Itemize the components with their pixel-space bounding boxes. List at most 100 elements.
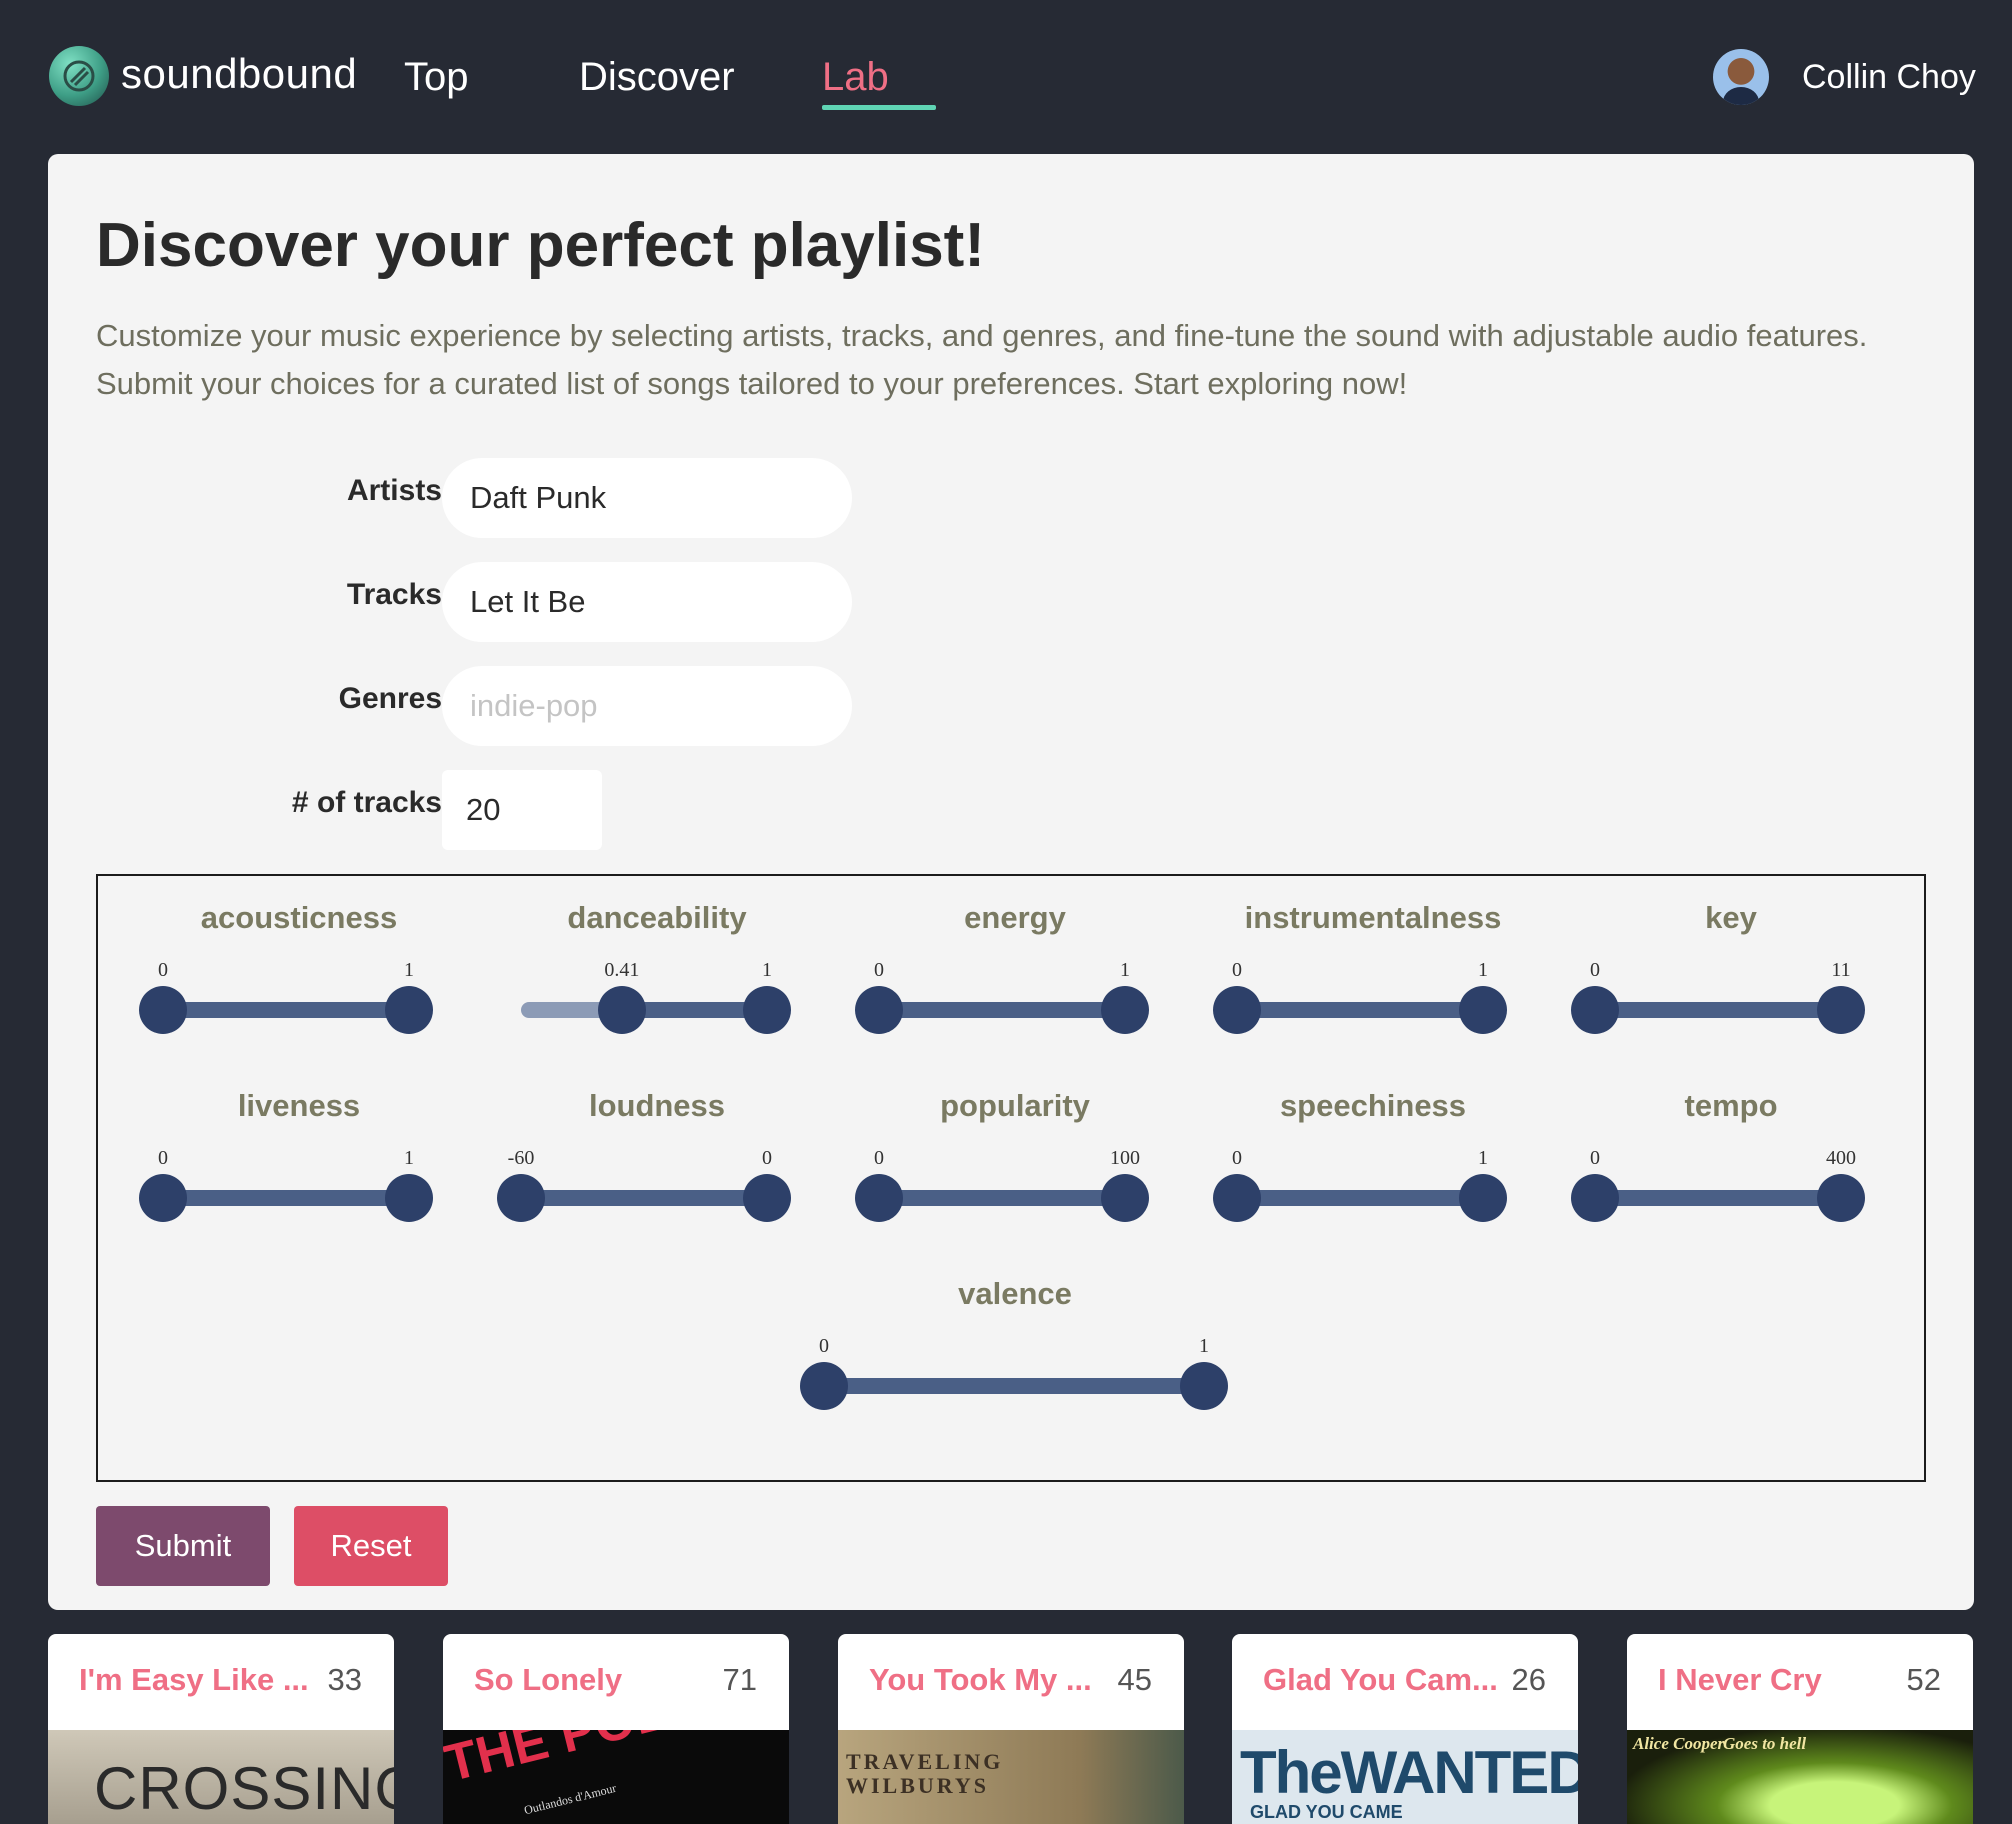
- range-slider[interactable]: 01: [784, 1252, 1246, 1422]
- user-avatar[interactable]: [1713, 49, 1769, 105]
- slider-max-value: 100: [1110, 1147, 1140, 1169]
- range-slider[interactable]: 01: [1195, 1064, 1551, 1234]
- feature-energy: energy 01: [837, 876, 1193, 1046]
- slider-max-handle[interactable]: [1817, 1174, 1865, 1222]
- artists-input[interactable]: [442, 458, 852, 538]
- slider-selected-range: [1595, 1190, 1841, 1206]
- slider-max-handle[interactable]: [1101, 986, 1149, 1034]
- nav-link-top[interactable]: Top: [404, 55, 469, 100]
- slider-min-handle[interactable]: [855, 1174, 903, 1222]
- slider-max-value: 400: [1826, 1147, 1856, 1169]
- track-card[interactable]: Glad You Cam... 26 TheWANTED GLAD YOU CA…: [1232, 1634, 1578, 1824]
- slider-min-handle[interactable]: [139, 1174, 187, 1222]
- slider-min-value: 0: [874, 1147, 884, 1169]
- album-cover-text: TheWANTED: [1240, 1739, 1578, 1806]
- soundbound-logo-icon[interactable]: [49, 46, 109, 106]
- genres-input[interactable]: [442, 666, 852, 746]
- slider-min-handle[interactable]: [855, 986, 903, 1034]
- slider-min-value: 0: [1232, 1147, 1242, 1169]
- track-card[interactable]: I'm Easy Like ... 33 CROSSING: [48, 1634, 394, 1824]
- slider-min-handle[interactable]: [1571, 986, 1619, 1034]
- slider-max-handle[interactable]: [1459, 986, 1507, 1034]
- feature-tempo: tempo 0 400: [1553, 1064, 1909, 1234]
- slider-max-value: 1: [404, 1147, 414, 1169]
- track-name[interactable]: Glad You Cam...: [1263, 1662, 1498, 1698]
- track-popularity: 26: [1511, 1662, 1546, 1697]
- slider-max-value: 1: [1478, 1147, 1488, 1169]
- track-card[interactable]: You Took My ... 45 TRAVELING WILBURYS: [838, 1634, 1184, 1824]
- feature-instrumentalness: instrumentalness 01: [1195, 876, 1551, 1046]
- track-popularity: 33: [327, 1662, 362, 1697]
- page-description: Customize your music experience by selec…: [96, 318, 1868, 401]
- feature-valence: valence 01: [784, 1252, 1246, 1422]
- track-popularity: 45: [1117, 1662, 1152, 1697]
- track-card[interactable]: So Lonely 71 THE POLICE Outlandos d'Amou…: [443, 1634, 789, 1824]
- slider-min-handle[interactable]: [1213, 1174, 1261, 1222]
- slider-max-handle[interactable]: [1459, 1174, 1507, 1222]
- slider-min-value: 0.41: [604, 959, 640, 981]
- reset-button[interactable]: Reset: [294, 1506, 448, 1586]
- range-slider[interactable]: 0 400: [1553, 1064, 1909, 1234]
- track-card[interactable]: I Never Cry 52 Alice Cooper Goes to hell: [1627, 1634, 1973, 1824]
- brand-name[interactable]: soundbound: [121, 50, 357, 98]
- range-slider[interactable]: 01: [1195, 876, 1551, 1046]
- album-cover-text: Alice Cooper: [1633, 1734, 1725, 1753]
- slider-min-handle[interactable]: [1213, 986, 1261, 1034]
- slider-selected-range: [879, 1002, 1125, 1018]
- range-slider[interactable]: 0.41 1: [479, 876, 835, 1046]
- slider-min-handle[interactable]: [800, 1362, 848, 1410]
- range-slider[interactable]: 01: [121, 1064, 477, 1234]
- slider-min-handle[interactable]: [139, 986, 187, 1034]
- slider-min-handle[interactable]: [1571, 1174, 1619, 1222]
- range-slider[interactable]: 0 100: [837, 1064, 1193, 1234]
- range-slider[interactable]: -60 0: [479, 1064, 835, 1234]
- track-popularity: 71: [722, 1662, 757, 1697]
- slider-min-value: 0: [158, 959, 168, 981]
- track-name[interactable]: So Lonely: [474, 1662, 622, 1698]
- tracks-input[interactable]: [442, 562, 852, 642]
- slider-max-handle[interactable]: [385, 1174, 433, 1222]
- track-count-input[interactable]: [442, 770, 602, 850]
- range-slider[interactable]: 0 11: [1553, 876, 1909, 1046]
- slider-min-handle[interactable]: [497, 1174, 545, 1222]
- track-name[interactable]: I Never Cry: [1658, 1662, 1822, 1698]
- range-slider[interactable]: 01: [121, 876, 477, 1046]
- page-title: Discover your perfect playlist!: [96, 211, 985, 280]
- slider-max-value: 1: [1120, 959, 1130, 981]
- nav-link-discover[interactable]: Discover: [579, 55, 735, 100]
- feature-key: key 0 11: [1553, 876, 1909, 1046]
- slider-min-value: 0: [1590, 1147, 1600, 1169]
- slider-max-value: 1: [1199, 1335, 1209, 1357]
- genres-label: Genres: [338, 682, 442, 715]
- slider-max-handle[interactable]: [1101, 1174, 1149, 1222]
- user-name[interactable]: Collin Choy: [1802, 58, 1976, 97]
- slider-min-value: 0: [158, 1147, 168, 1169]
- slider-max-handle[interactable]: [743, 1174, 791, 1222]
- range-slider[interactable]: 01: [837, 876, 1193, 1046]
- slider-max-handle[interactable]: [743, 986, 791, 1034]
- slider-max-handle[interactable]: [385, 986, 433, 1034]
- slider-min-value: 0: [874, 959, 884, 981]
- album-cover: CROSSING: [48, 1730, 394, 1824]
- audio-features-panel: acousticness 01 danceability 0.41 1 energ…: [96, 874, 1926, 1482]
- slider-selected-range: [163, 1002, 409, 1018]
- nav-link-lab[interactable]: Lab: [822, 55, 889, 100]
- feature-liveness: liveness 01: [121, 1064, 477, 1234]
- feature-danceability: danceability 0.41 1: [479, 876, 835, 1046]
- track-popularity: 52: [1906, 1662, 1941, 1697]
- slider-max-value: 1: [762, 959, 772, 981]
- feature-acousticness: acousticness 01: [121, 876, 477, 1046]
- slider-selected-range: [879, 1190, 1125, 1206]
- slider-max-value: 1: [1478, 959, 1488, 981]
- slider-max-handle[interactable]: [1180, 1362, 1228, 1410]
- slider-selected-range: [1237, 1002, 1483, 1018]
- slider-selected-range: [163, 1190, 409, 1206]
- track-name[interactable]: You Took My ...: [869, 1662, 1092, 1698]
- slider-selected-range: [824, 1378, 1204, 1394]
- track-name[interactable]: I'm Easy Like ...: [79, 1662, 309, 1698]
- slider-max-value: 11: [1831, 959, 1851, 981]
- submit-button[interactable]: Submit: [96, 1506, 270, 1586]
- slider-max-handle[interactable]: [1817, 986, 1865, 1034]
- feature-popularity: popularity 0 100: [837, 1064, 1193, 1234]
- slider-min-handle[interactable]: [597, 986, 646, 1034]
